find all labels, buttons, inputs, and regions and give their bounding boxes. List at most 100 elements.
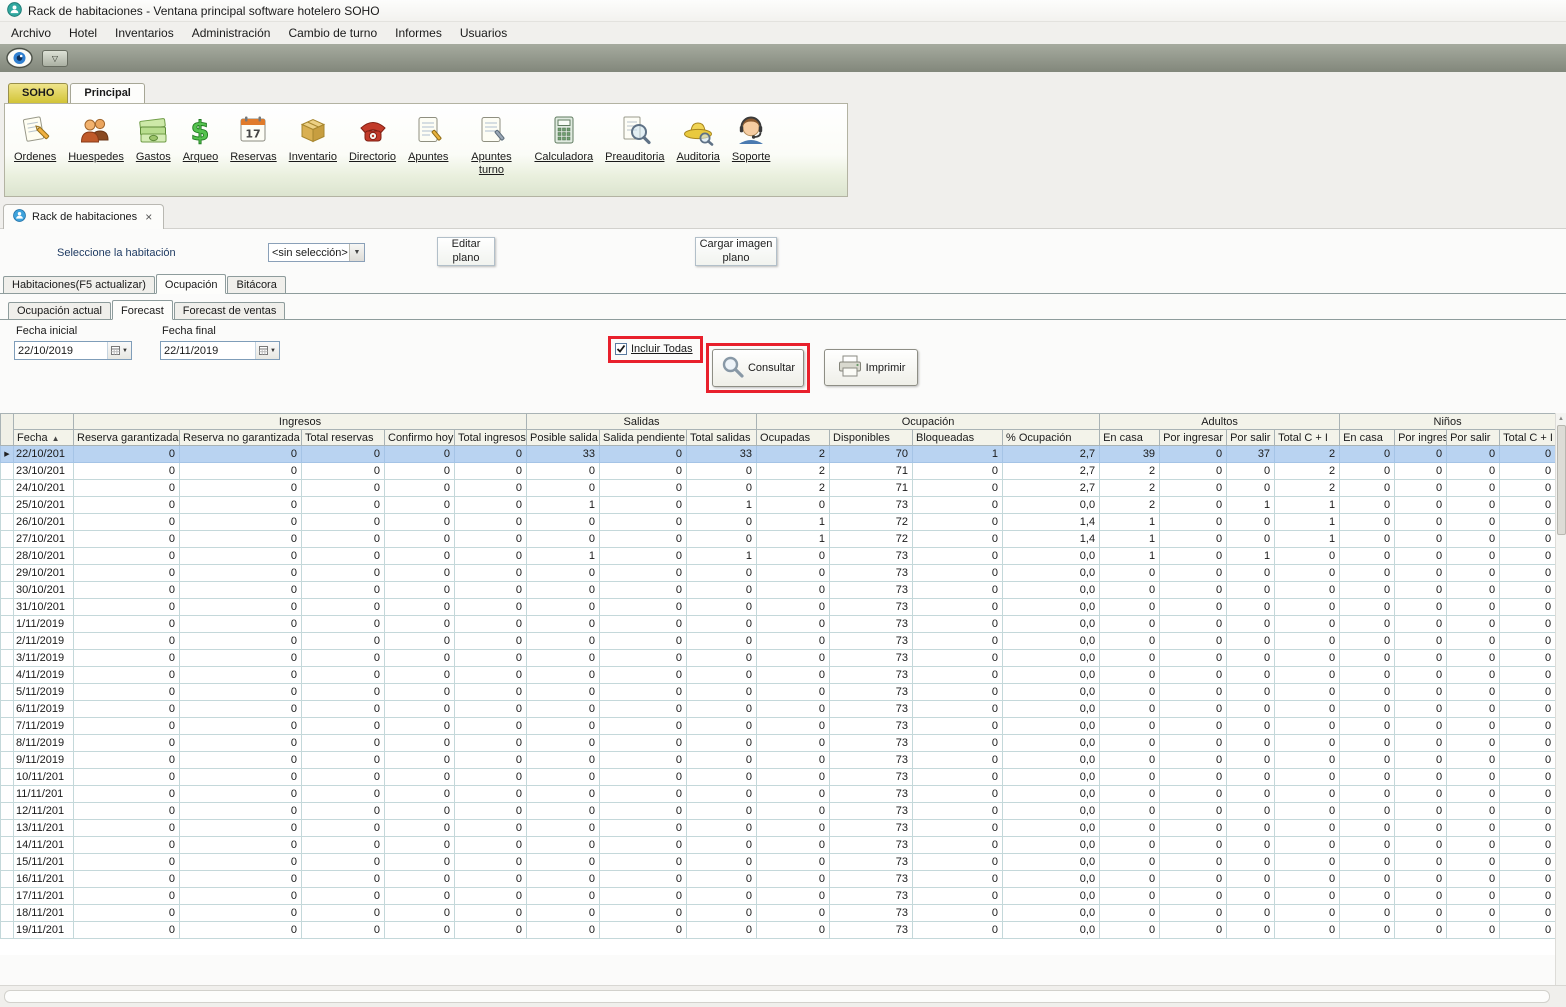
value-cell[interactable]: 0 <box>687 463 757 480</box>
value-cell[interactable]: 0 <box>1227 803 1275 820</box>
value-cell[interactable]: 0 <box>385 769 455 786</box>
value-cell[interactable]: 0,0 <box>1003 905 1100 922</box>
value-cell[interactable]: 0 <box>1340 446 1395 463</box>
value-cell[interactable]: 0 <box>1227 820 1275 837</box>
value-cell[interactable]: 0 <box>1160 565 1227 582</box>
value-cell[interactable]: 0 <box>1447 752 1500 769</box>
row-indicator[interactable] <box>1 854 14 871</box>
value-cell[interactable]: 0 <box>1395 480 1447 497</box>
value-cell[interactable]: 0 <box>1340 871 1395 888</box>
table-row[interactable]: 27/10/2010000000017201,410010000 <box>1 531 1556 548</box>
value-cell[interactable]: 0 <box>1500 837 1556 854</box>
value-cell[interactable]: 0 <box>913 650 1003 667</box>
row-indicator[interactable] <box>1 497 14 514</box>
value-cell[interactable]: 0 <box>1340 854 1395 871</box>
value-cell[interactable]: 0 <box>1100 650 1160 667</box>
value-cell[interactable]: 0,0 <box>1003 786 1100 803</box>
value-cell[interactable]: 0 <box>1340 599 1395 616</box>
ribbon-item-calculadora[interactable]: Calculadora <box>528 110 599 164</box>
date-cell[interactable]: 24/10/201 <box>14 480 74 497</box>
value-cell[interactable]: 0 <box>455 718 527 735</box>
value-cell[interactable]: 0 <box>74 531 180 548</box>
value-cell[interactable]: 0 <box>1500 854 1556 871</box>
value-cell[interactable]: 0,0 <box>1003 633 1100 650</box>
row-indicator[interactable] <box>1 752 14 769</box>
vertical-scrollbar-thumb[interactable] <box>1557 425 1566 535</box>
value-cell[interactable]: 0 <box>1447 514 1500 531</box>
column-header-17[interactable]: En casa <box>1340 430 1395 446</box>
value-cell[interactable]: 0 <box>1447 650 1500 667</box>
value-cell[interactable]: 0 <box>180 497 302 514</box>
value-cell[interactable]: 0 <box>1447 718 1500 735</box>
value-cell[interactable]: 0 <box>385 701 455 718</box>
value-cell[interactable]: 0 <box>913 480 1003 497</box>
value-cell[interactable]: 0 <box>1160 650 1227 667</box>
value-cell[interactable]: 0 <box>385 888 455 905</box>
value-cell[interactable]: 0 <box>1227 565 1275 582</box>
value-cell[interactable]: 0 <box>1100 599 1160 616</box>
value-cell[interactable]: 0,0 <box>1003 820 1100 837</box>
ribbon-item-ordenes[interactable]: Ordenes <box>8 110 62 164</box>
value-cell[interactable]: 0 <box>455 888 527 905</box>
value-cell[interactable]: 0 <box>180 684 302 701</box>
value-cell[interactable]: 0,0 <box>1003 684 1100 701</box>
date-cell[interactable]: 7/11/2019 <box>14 718 74 735</box>
value-cell[interactable]: 0 <box>1275 582 1340 599</box>
value-cell[interactable]: 0 <box>1500 599 1556 616</box>
value-cell[interactable]: 0,0 <box>1003 888 1100 905</box>
value-cell[interactable]: 0 <box>1100 769 1160 786</box>
date-cell[interactable]: 1/11/2019 <box>14 616 74 633</box>
value-cell[interactable]: 1 <box>1227 497 1275 514</box>
value-cell[interactable]: 0 <box>74 480 180 497</box>
value-cell[interactable]: 0 <box>455 582 527 599</box>
value-cell[interactable]: 0 <box>1395 582 1447 599</box>
value-cell[interactable]: 0 <box>302 769 385 786</box>
value-cell[interactable]: 0 <box>527 684 600 701</box>
table-row[interactable]: 7/11/20190000000007300,000000000 <box>1 718 1556 735</box>
value-cell[interactable]: 0 <box>1447 820 1500 837</box>
value-cell[interactable]: 0 <box>180 650 302 667</box>
toolbar-dropdown-button[interactable]: ▽ <box>42 50 68 67</box>
value-cell[interactable]: 0,0 <box>1003 701 1100 718</box>
table-row[interactable]: 14/11/2010000000007300,000000000 <box>1 837 1556 854</box>
value-cell[interactable]: 0 <box>385 667 455 684</box>
value-cell[interactable]: 0 <box>757 803 830 820</box>
ribbon-item-apuntes-turno[interactable]: Apuntes turno <box>454 110 528 176</box>
value-cell[interactable]: 0 <box>527 769 600 786</box>
value-cell[interactable]: 0 <box>600 718 687 735</box>
value-cell[interactable]: 0 <box>74 786 180 803</box>
value-cell[interactable]: 0 <box>687 888 757 905</box>
value-cell[interactable]: 0 <box>455 786 527 803</box>
value-cell[interactable]: 0 <box>687 718 757 735</box>
value-cell[interactable]: 0 <box>302 514 385 531</box>
value-cell[interactable]: 0,0 <box>1003 718 1100 735</box>
row-indicator[interactable] <box>1 463 14 480</box>
value-cell[interactable]: 73 <box>830 803 913 820</box>
value-cell[interactable]: 0 <box>1340 769 1395 786</box>
value-cell[interactable]: 0 <box>385 531 455 548</box>
value-cell[interactable]: 0 <box>1340 786 1395 803</box>
value-cell[interactable]: 0 <box>1500 633 1556 650</box>
value-cell[interactable]: 73 <box>830 582 913 599</box>
value-cell[interactable]: 0 <box>913 531 1003 548</box>
value-cell[interactable]: 0 <box>600 820 687 837</box>
calendar-dropdown-icon[interactable]: ▼ <box>255 342 279 359</box>
value-cell[interactable]: 0 <box>757 667 830 684</box>
value-cell[interactable]: 0 <box>687 684 757 701</box>
value-cell[interactable]: 0 <box>1227 888 1275 905</box>
value-cell[interactable]: 0 <box>757 922 830 939</box>
table-row[interactable]: 18/11/2010000000007300,000000000 <box>1 905 1556 922</box>
value-cell[interactable]: 73 <box>830 633 913 650</box>
value-cell[interactable]: 0 <box>180 531 302 548</box>
value-cell[interactable]: 0 <box>687 633 757 650</box>
value-cell[interactable]: 0 <box>600 633 687 650</box>
value-cell[interactable]: 0 <box>527 667 600 684</box>
value-cell[interactable]: 0 <box>74 837 180 854</box>
column-header-12[interactable]: % Ocupación <box>1003 430 1100 446</box>
menu-item-hotel[interactable]: Hotel <box>60 23 106 43</box>
value-cell[interactable]: 0 <box>1500 446 1556 463</box>
value-cell[interactable]: 0 <box>1275 871 1340 888</box>
value-cell[interactable]: 0 <box>180 854 302 871</box>
value-cell[interactable]: 0 <box>302 820 385 837</box>
value-cell[interactable]: 0 <box>600 599 687 616</box>
